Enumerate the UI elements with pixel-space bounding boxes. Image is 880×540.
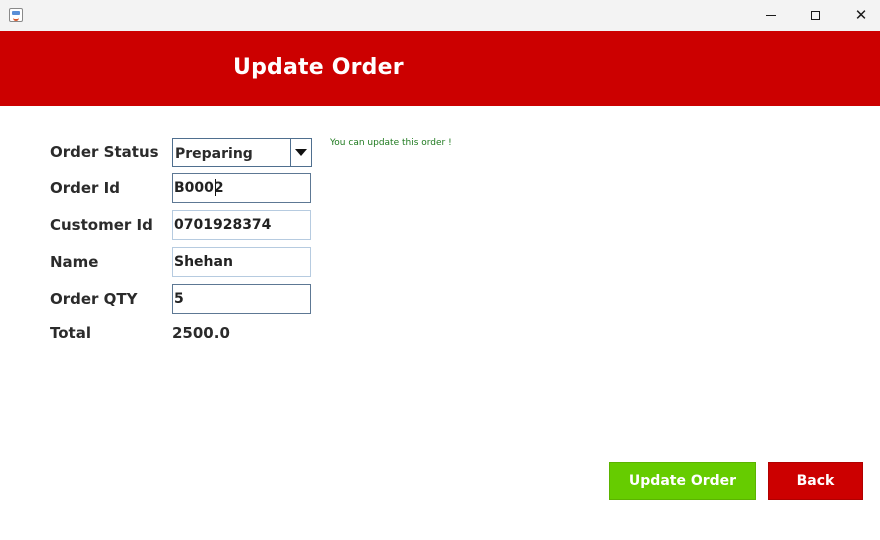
name-label: Name <box>50 253 99 271</box>
order-qty-label: Order QTY <box>50 290 138 308</box>
java-cup-icon <box>9 8 23 22</box>
order-status-dropdown[interactable]: Preparing <box>172 138 312 167</box>
chevron-down-icon <box>295 149 307 156</box>
customer-id-field[interactable] <box>172 210 311 240</box>
minimize-icon <box>766 15 776 16</box>
order-id-field[interactable] <box>172 173 311 203</box>
total-label: Total <box>50 324 91 342</box>
order-status-selected: Preparing <box>175 146 253 162</box>
order-qty-field[interactable] <box>172 284 311 314</box>
page-title: Update Order <box>233 55 404 80</box>
status-hint-message: You can update this order ! <box>330 138 452 148</box>
back-button[interactable]: Back <box>768 462 863 500</box>
dropdown-arrow-button[interactable] <box>290 139 311 166</box>
order-status-label: Order Status <box>50 143 159 161</box>
window-titlebar: ✕ <box>0 0 880 31</box>
close-icon: ✕ <box>854 6 868 24</box>
text-cursor <box>215 179 216 196</box>
maximize-button[interactable] <box>792 0 838 31</box>
minimize-button[interactable] <box>748 0 794 31</box>
total-value: 2500.0 <box>172 324 230 342</box>
maximize-icon <box>810 11 820 20</box>
close-button[interactable]: ✕ <box>838 0 880 31</box>
order-id-label: Order Id <box>50 179 120 197</box>
update-order-button[interactable]: Update Order <box>609 462 756 500</box>
customer-id-label: Customer Id <box>50 216 153 234</box>
name-field[interactable] <box>172 247 311 277</box>
page-header: Update Order <box>0 31 880 106</box>
